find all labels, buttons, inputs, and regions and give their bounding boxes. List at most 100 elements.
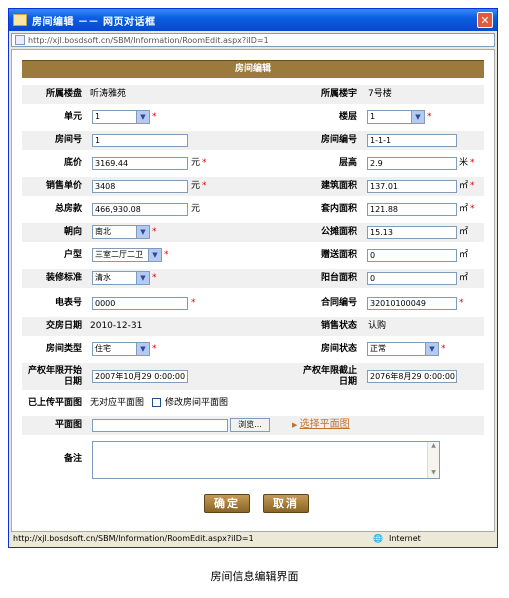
area-unit: ㎡ bbox=[459, 204, 469, 214]
required-marker: * bbox=[152, 273, 157, 283]
scroll-down-icon: ▼ bbox=[431, 469, 436, 476]
page-icon bbox=[13, 14, 27, 26]
build-area-input[interactable]: 137.01 bbox=[367, 180, 457, 193]
address-url: http://xjl.bosdsoft.cn/SBM/Information/R… bbox=[28, 35, 269, 45]
arrow-right-icon: ▶ bbox=[292, 421, 300, 429]
form-header: 房间编辑 bbox=[22, 60, 484, 78]
sale-status-label: 销售状态 bbox=[320, 321, 357, 331]
estate-label: 所属楼盘 bbox=[45, 89, 82, 99]
form-content: 房间编辑 所属楼盘 听涛雅苑 所属楼宇 7号楼 单元 1 ▼ * 楼层 1 ▼ * … bbox=[11, 49, 495, 532]
modify-plan-label: 修改房间平面图 bbox=[165, 398, 229, 408]
form-row: 朝向 南北 ▼ * 公摊面积 15.13 ㎡ bbox=[22, 223, 484, 242]
chevron-down-icon: ▼ bbox=[136, 343, 149, 355]
required-marker: * bbox=[441, 344, 446, 354]
form-row: 户型 三室二厅二卫 ▼ * 赠送面积 0 ㎡ bbox=[22, 246, 484, 265]
window-title: 房间编辑 －－ 网页对话框 bbox=[32, 16, 156, 28]
orientation-select[interactable]: 南北 ▼ bbox=[92, 225, 150, 239]
form-row: 单元 1 ▼ * 楼层 1 ▼ * bbox=[22, 108, 484, 127]
uploaded-value: 无对应平面图 bbox=[90, 398, 145, 408]
form-row: 平面图 浏览... ▶ 选择平面图 bbox=[22, 416, 484, 435]
total-input[interactable]: 466,930.08 bbox=[92, 203, 188, 216]
select-plan-link[interactable]: ▶ 选择平面图 bbox=[292, 418, 350, 432]
area-unit: ㎡ bbox=[459, 250, 469, 260]
uploaded-label: 已上传平面图 bbox=[27, 398, 82, 408]
shared-area-label: 公摊面积 bbox=[320, 227, 357, 237]
required-marker: * bbox=[427, 112, 432, 122]
browse-button[interactable]: 浏览... bbox=[230, 418, 270, 432]
form-row: 房间号 1 房间编号 1-1-1 bbox=[22, 131, 484, 150]
contract-label: 合同编号 bbox=[320, 298, 357, 308]
chevron-down-icon: ▼ bbox=[136, 272, 149, 284]
base-price-unit: 元 bbox=[191, 158, 201, 168]
scroll-up-icon: ▲ bbox=[431, 442, 436, 449]
total-unit: 元 bbox=[191, 204, 201, 214]
required-marker: * bbox=[470, 181, 475, 191]
required-marker: * bbox=[152, 227, 157, 237]
ok-button[interactable]: 确定 bbox=[204, 494, 250, 513]
room-status-label: 房间状态 bbox=[320, 344, 357, 354]
floor-height-label: 层高 bbox=[338, 158, 357, 168]
floor-select[interactable]: 1 ▼ bbox=[367, 110, 425, 124]
form-row: 产权年限开始日期 2007年10月29 0:00:00 产权年限截止日期 207… bbox=[22, 363, 484, 390]
room-type-select[interactable]: 住宅 ▼ bbox=[92, 342, 150, 356]
delivery-value: 2010-12-31 bbox=[90, 321, 143, 331]
sale-price-input[interactable]: 3408 bbox=[92, 180, 188, 193]
inner-area-label: 套内面积 bbox=[320, 204, 357, 214]
form-row: 销售单价 3408 元 * 建筑面积 137.01 ㎡ * bbox=[22, 177, 484, 196]
form-row: 电表号 0000 * 合同编号 32010100049 * bbox=[22, 294, 484, 313]
chevron-down-icon: ▼ bbox=[148, 249, 161, 261]
remark-label: 备注 bbox=[63, 454, 82, 464]
floor-label: 楼层 bbox=[338, 112, 357, 122]
chevron-down-icon: ▼ bbox=[425, 343, 438, 355]
gift-area-label: 赠送面积 bbox=[320, 250, 357, 260]
form-row: 总房款 466,930.08 元 套内面积 121.88 ㎡ * bbox=[22, 200, 484, 219]
layout-select[interactable]: 三室二厅二卫 ▼ bbox=[92, 248, 162, 262]
area-unit: ㎡ bbox=[459, 227, 469, 237]
decor-label: 装修标准 bbox=[45, 273, 82, 283]
required-marker: * bbox=[470, 204, 475, 214]
zone-label: Internet bbox=[389, 534, 421, 543]
room-no-input[interactable]: 1 bbox=[92, 134, 188, 147]
shared-area-input[interactable]: 15.13 bbox=[367, 226, 457, 239]
chevron-down-icon: ▼ bbox=[136, 226, 149, 238]
unit-select[interactable]: 1 ▼ bbox=[92, 110, 150, 124]
modify-plan-checkbox[interactable] bbox=[152, 398, 161, 407]
plan-label: 平面图 bbox=[54, 420, 82, 430]
remark-textarea[interactable]: ▲ ▼ bbox=[92, 441, 440, 479]
title-bar: 房间编辑 －－ 网页对话框 ✕ bbox=[9, 9, 497, 31]
balcony-area-label: 阳台面积 bbox=[320, 273, 357, 283]
required-marker: * bbox=[202, 181, 207, 191]
floor-height-input[interactable]: 2.9 bbox=[367, 157, 457, 170]
cancel-button[interactable]: 取消 bbox=[263, 494, 309, 513]
base-price-input[interactable]: 3169.44 bbox=[92, 157, 188, 170]
gift-area-input[interactable]: 0 bbox=[367, 249, 457, 262]
room-code-label: 房间编号 bbox=[320, 135, 357, 145]
prop-start-input[interactable]: 2007年10月29 0:00:00 bbox=[92, 370, 188, 383]
meter-label: 电表号 bbox=[54, 298, 82, 308]
form-row: 底价 3169.44 元 * 层高 2.9 米 * bbox=[22, 154, 484, 173]
balcony-area-input[interactable]: 0 bbox=[367, 272, 457, 285]
close-button[interactable]: ✕ bbox=[477, 12, 493, 28]
required-marker: * bbox=[164, 250, 169, 260]
inner-area-input[interactable]: 121.88 bbox=[367, 203, 457, 216]
required-marker: * bbox=[459, 298, 464, 308]
building-label: 所属楼宇 bbox=[320, 89, 357, 99]
scrollbar[interactable]: ▲ ▼ bbox=[427, 442, 439, 478]
form-row: 交房日期 2010-12-31 销售状态 认购 bbox=[22, 317, 484, 336]
room-code-input[interactable]: 1-1-1 bbox=[367, 134, 457, 147]
meter-input[interactable]: 0000 bbox=[92, 297, 188, 310]
prop-start-label: 产权年限开始日期 bbox=[27, 366, 82, 387]
required-marker: * bbox=[191, 298, 196, 308]
plan-file-input[interactable] bbox=[92, 419, 228, 432]
contract-input[interactable]: 32010100049 bbox=[367, 297, 457, 310]
layout-label: 户型 bbox=[63, 250, 82, 260]
decor-select[interactable]: 清水 ▼ bbox=[92, 271, 150, 285]
room-type-label: 房间类型 bbox=[45, 344, 82, 354]
total-label: 总房款 bbox=[54, 204, 82, 214]
orientation-label: 朝向 bbox=[63, 227, 82, 237]
unit-label: 单元 bbox=[63, 112, 82, 122]
building-value: 7号楼 bbox=[368, 89, 392, 99]
room-status-select[interactable]: 正常 ▼ bbox=[367, 342, 439, 356]
prop-end-input[interactable]: 2076年8月29 0:00:00 bbox=[367, 370, 457, 383]
delivery-label: 交房日期 bbox=[45, 321, 82, 331]
